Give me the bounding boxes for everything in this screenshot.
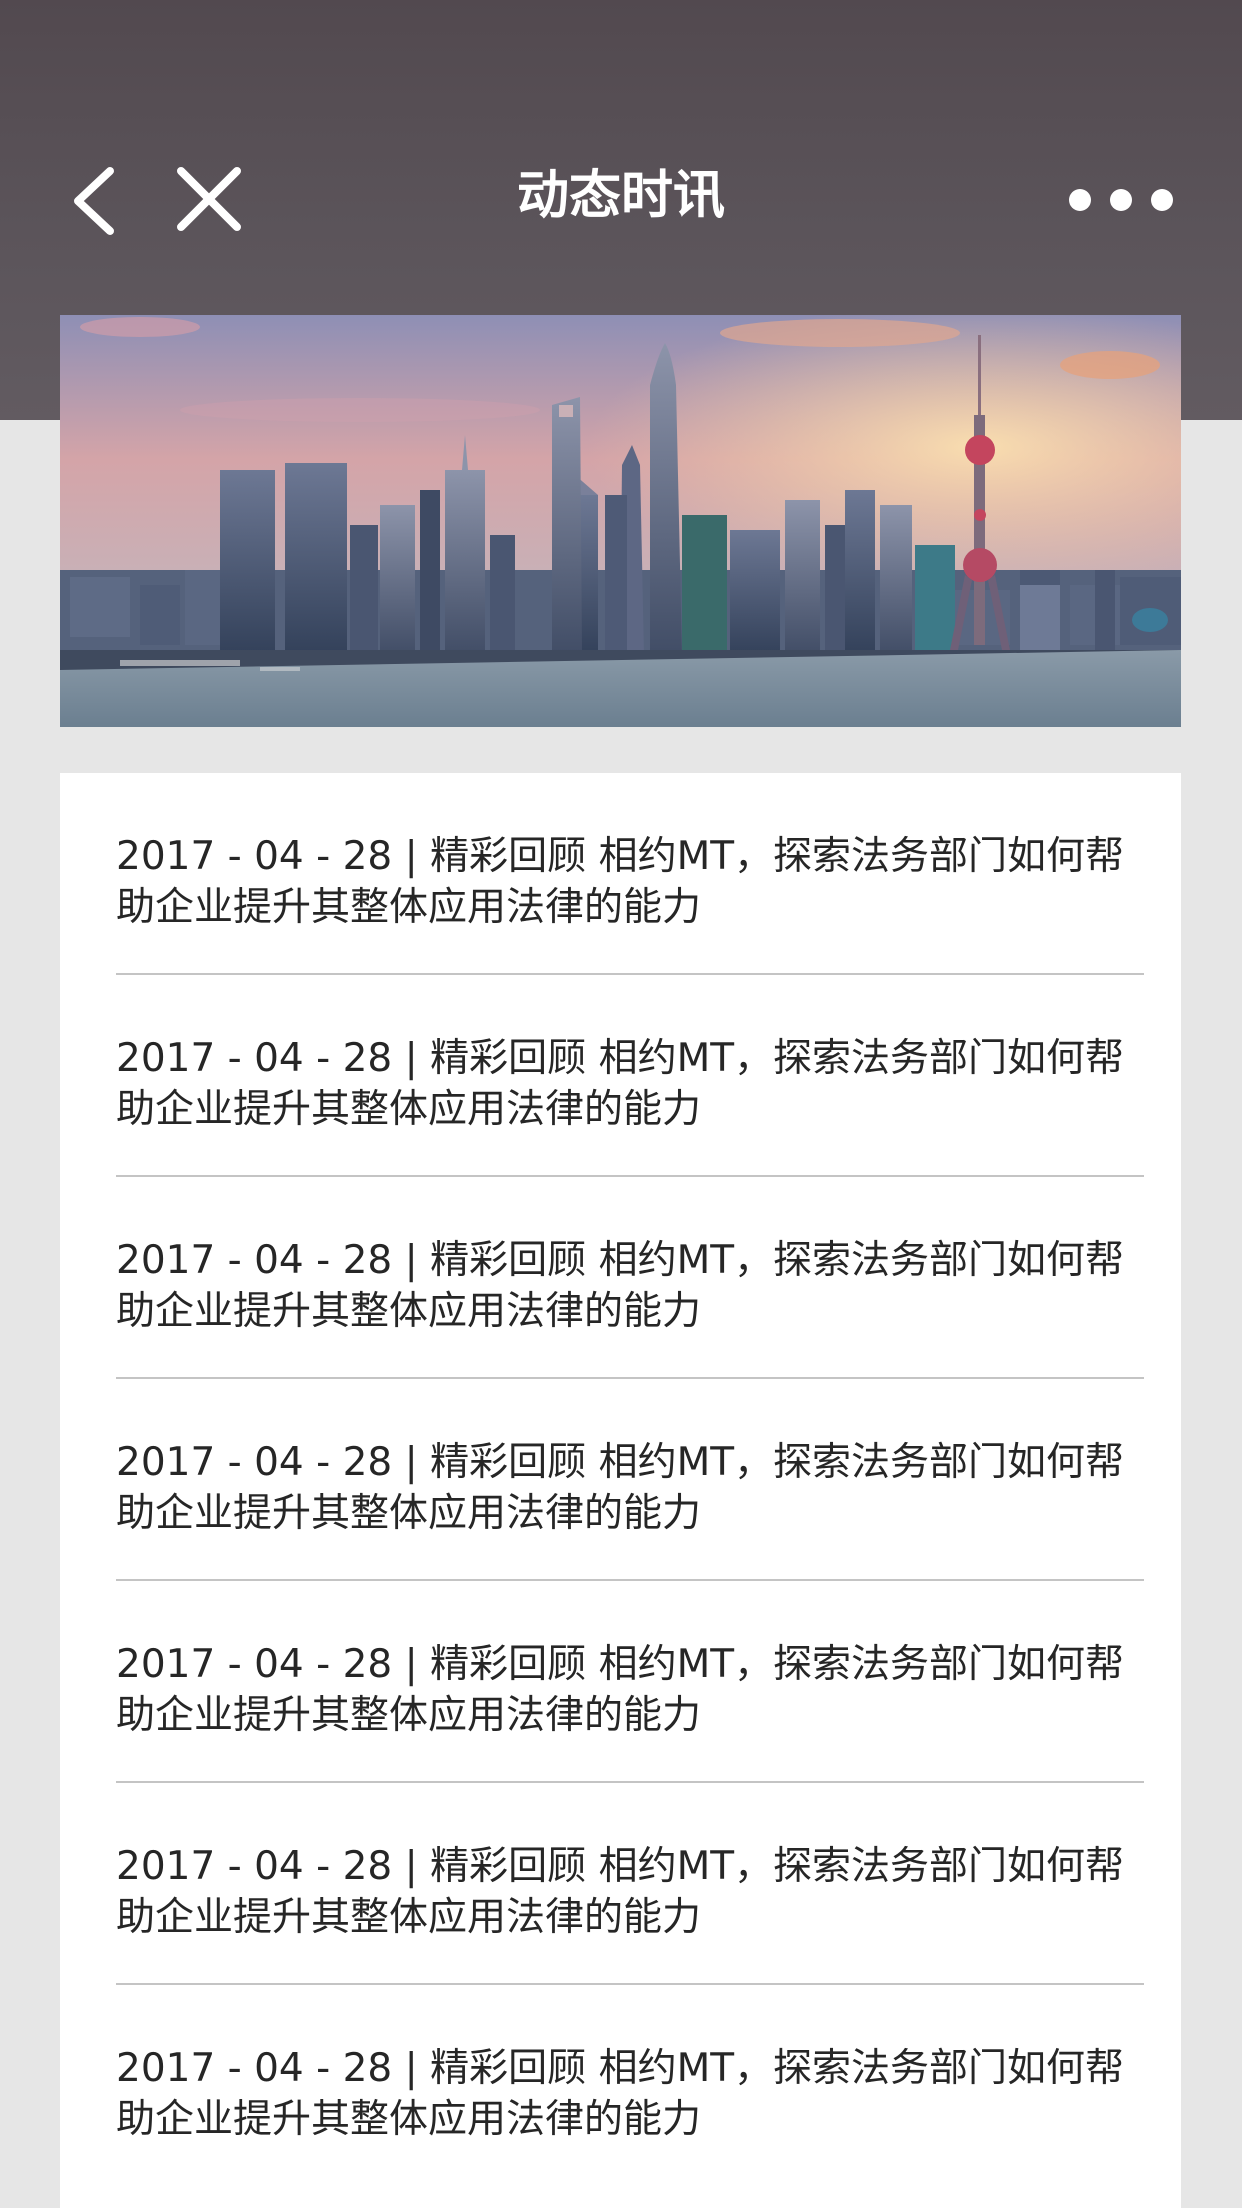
news-item-text: 2017 - 04 - 28 | 精彩回顾 相约MT，探索法务部门如何帮助企业提… (116, 1238, 1125, 1334)
news-list: 2017 - 04 - 28 | 精彩回顾 相约MT，探索法务部门如何帮助企业提… (60, 773, 1181, 2208)
news-item-text: 2017 - 04 - 28 | 精彩回顾 相约MT，探索法务部门如何帮助企业提… (116, 834, 1125, 930)
banner-image (60, 315, 1181, 727)
city-skyline-image (60, 315, 1181, 727)
news-item[interactable]: 2017 - 04 - 28 | 精彩回顾 相约MT，探索法务部门如何帮助企业提… (116, 773, 1144, 975)
navigation-bar: 动态时讯 (0, 140, 1242, 260)
news-item[interactable]: 2017 - 04 - 28 | 精彩回顾 相约MT，探索法务部门如何帮助企业提… (116, 1177, 1144, 1379)
news-item[interactable]: 2017 - 04 - 28 | 精彩回顾 相约MT，探索法务部门如何帮助企业提… (116, 1581, 1144, 1783)
news-item[interactable]: 2017 - 04 - 28 | 精彩回顾 相约MT，探索法务部门如何帮助企业提… (116, 975, 1144, 1177)
close-icon (177, 167, 241, 231)
news-item-text: 2017 - 04 - 28 | 精彩回顾 相约MT，探索法务部门如何帮助企业提… (116, 1036, 1125, 1132)
more-button[interactable] (1065, 185, 1177, 215)
news-item-text: 2017 - 04 - 28 | 精彩回顾 相约MT，探索法务部门如何帮助企业提… (116, 1440, 1125, 1536)
chevron-left-icon (74, 167, 114, 235)
more-horizontal-icon (1069, 189, 1173, 211)
news-item-text: 2017 - 04 - 28 | 精彩回顾 相约MT，探索法务部门如何帮助企业提… (116, 2046, 1125, 2142)
close-button[interactable] (175, 165, 243, 233)
news-item-text: 2017 - 04 - 28 | 精彩回顾 相约MT，探索法务部门如何帮助企业提… (116, 1844, 1125, 1940)
news-item[interactable]: 2017 - 04 - 28 | 精彩回顾 相约MT，探索法务部门如何帮助企业提… (116, 1783, 1144, 1985)
back-button[interactable] (70, 165, 122, 237)
news-item[interactable]: 2017 - 04 - 28 | 精彩回顾 相约MT，探索法务部门如何帮助企业提… (116, 1985, 1144, 2187)
news-item[interactable]: 2017 - 04 - 28 | 精彩回顾 相约MT，探索法务部门如何帮助企业提… (116, 1379, 1144, 1581)
news-item-text: 2017 - 04 - 28 | 精彩回顾 相约MT，探索法务部门如何帮助企业提… (116, 1642, 1125, 1738)
